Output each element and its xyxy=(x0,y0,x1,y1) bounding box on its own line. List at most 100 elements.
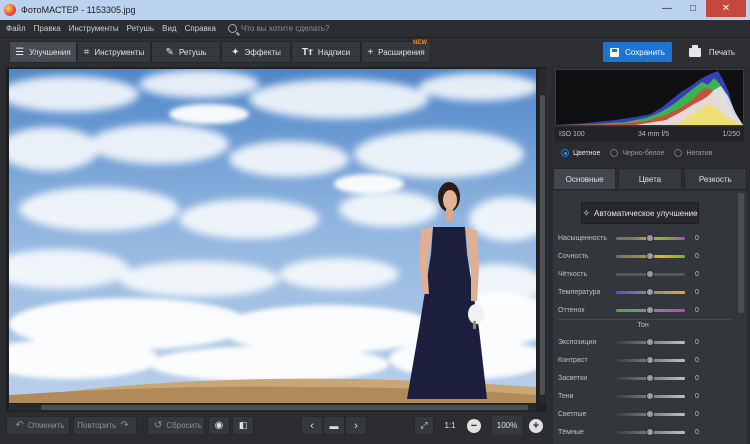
tab-effects[interactable]: ✦ Эффекты xyxy=(221,41,291,63)
undo-button[interactable]: ↶ Отменить xyxy=(6,416,70,435)
slider-temperature[interactable]: Температура 0 xyxy=(553,285,747,299)
tab-tools[interactable]: ⌗ Инструменты xyxy=(77,41,151,63)
scroll-thumb[interactable] xyxy=(738,193,744,313)
slider-contrast[interactable]: Контраст 0 xyxy=(553,353,747,367)
new-badge: NEW xyxy=(413,40,427,46)
slider-value: 0 xyxy=(695,410,699,418)
tab-enhancements[interactable]: ☰ Улучшения xyxy=(9,41,77,63)
compare-button[interactable]: ◧ xyxy=(232,416,254,435)
slider-value: 0 xyxy=(695,270,699,278)
redo-button[interactable]: Повторить ↷ xyxy=(73,416,137,435)
slider-knob[interactable] xyxy=(646,270,654,278)
mode-color[interactable]: Цветное xyxy=(561,149,600,157)
zoom-out-button[interactable]: − xyxy=(467,419,481,433)
tab-extensions[interactable]: + Расширения NEW xyxy=(361,40,431,63)
search-input[interactable] xyxy=(240,24,381,33)
horizontal-scrollbar[interactable] xyxy=(9,404,536,411)
reset-icon: ↺ xyxy=(154,420,163,431)
slider-knob[interactable] xyxy=(646,374,654,382)
plus-icon: + xyxy=(532,419,540,432)
zoom-in-button[interactable]: + xyxy=(529,419,543,433)
menu-view[interactable]: Вид xyxy=(162,24,176,33)
maximize-button[interactable]: □ xyxy=(680,0,706,17)
tab-retouch[interactable]: ✎ Ретушь xyxy=(151,41,221,63)
print-label: Печать xyxy=(708,47,736,57)
preview-button[interactable]: ◉ xyxy=(208,416,230,435)
redo-icon: ↷ xyxy=(120,420,129,431)
slider-knob[interactable] xyxy=(646,252,654,260)
compare-icon: ◧ xyxy=(238,420,248,430)
slider-tint[interactable]: Оттенок 0 xyxy=(553,303,747,317)
slider-label: Экспозиция xyxy=(558,338,597,346)
close-button[interactable]: ✕ xyxy=(706,0,746,17)
slider-knob[interactable] xyxy=(646,392,654,400)
save-button[interactable]: Сохранить xyxy=(603,42,672,62)
slider-clarity[interactable]: Чёткость 0 xyxy=(553,267,747,281)
tab-label: Ретушь xyxy=(178,47,207,57)
mode-label: Цветное xyxy=(573,149,601,157)
settings-panel: ✧ Автоматическое улучшение Насыщенность … xyxy=(553,191,747,444)
slider-blacks[interactable]: Тёмные 0 xyxy=(553,425,747,439)
slider-knob[interactable] xyxy=(646,356,654,364)
slider-highlights[interactable]: Засветки 0 xyxy=(553,371,747,385)
tab-label: Расширения xyxy=(378,47,425,57)
actual-size-button[interactable]: 1:1 xyxy=(438,416,462,435)
menu-tools[interactable]: Инструменты xyxy=(69,24,119,33)
slider-value: 0 xyxy=(695,374,699,382)
sparkle-icon: ✧ xyxy=(582,207,590,218)
settings-scrollbar[interactable] xyxy=(738,193,744,441)
slider-whites[interactable]: Светлые 0 xyxy=(553,407,747,421)
slider-label: Тени xyxy=(558,392,574,400)
tab-basic[interactable]: Основные xyxy=(553,168,617,190)
vertical-scrollbar[interactable] xyxy=(539,69,546,403)
slider-knob[interactable] xyxy=(646,410,654,418)
scroll-thumb[interactable] xyxy=(540,95,545,395)
slider-knob[interactable] xyxy=(646,428,654,436)
slider-knob[interactable] xyxy=(646,234,654,242)
next-photo-button[interactable]: › xyxy=(345,416,367,435)
open-folder-button[interactable]: ▬ xyxy=(323,416,345,435)
slider-vibrance[interactable]: Сочность 0 xyxy=(553,249,747,263)
minus-icon: − xyxy=(470,419,478,432)
scroll-thumb[interactable] xyxy=(41,405,528,410)
color-mode-selector: Цветное Черно-белое Негатив xyxy=(555,143,744,163)
tab-label: Эффекты xyxy=(244,47,281,57)
slider-label: Светлые xyxy=(558,410,587,418)
fit-to-screen-button[interactable]: ⤢ xyxy=(414,416,434,435)
reset-button[interactable]: ↺ Сбросить xyxy=(147,416,205,435)
menu-edit[interactable]: Правка xyxy=(34,24,61,33)
slider-label: Оттенок xyxy=(558,306,585,314)
auto-enhance-button[interactable]: ✧ Автоматическое улучшение xyxy=(581,202,699,224)
menu-help[interactable]: Справка xyxy=(185,24,216,33)
slider-shadows[interactable]: Тени 0 xyxy=(553,389,747,403)
slider-knob[interactable] xyxy=(646,306,654,314)
radio xyxy=(674,149,683,157)
tab-label: Инструменты xyxy=(94,47,145,57)
photo-image[interactable] xyxy=(9,69,536,403)
slider-saturation[interactable]: Насыщенность 0 xyxy=(553,231,747,245)
window-title: ФотоМАСТЕР - 1153305.jpg xyxy=(21,5,136,15)
menu-file[interactable]: Файл xyxy=(6,24,26,33)
mode-label: Негатив xyxy=(686,149,713,157)
app-logo-icon xyxy=(4,4,16,16)
section-tone-label: Тон xyxy=(637,322,649,329)
minimize-button[interactable]: — xyxy=(654,0,680,17)
tab-text[interactable]: Tт Надписи xyxy=(291,41,361,63)
print-button[interactable]: Печать xyxy=(678,42,746,62)
prev-photo-button[interactable]: ‹ xyxy=(301,416,323,435)
menu-retouch[interactable]: Ретушь xyxy=(127,24,155,33)
tab-colors[interactable]: Цвета xyxy=(618,168,682,190)
slider-knob[interactable] xyxy=(646,288,654,296)
slider-exposure[interactable]: Экспозиция 0 xyxy=(553,335,747,349)
chevron-left-icon: ‹ xyxy=(310,419,314,432)
mode-bw[interactable]: Черно-белое xyxy=(610,149,664,157)
exif-lens: 34 mm f/5 xyxy=(638,130,670,138)
slider-knob[interactable] xyxy=(646,338,654,346)
reset-label: Сбросить xyxy=(166,421,202,430)
text-icon: Tт xyxy=(301,46,313,58)
slider-value: 0 xyxy=(695,356,699,364)
mode-negative[interactable]: Негатив xyxy=(674,149,712,157)
slider-value: 0 xyxy=(695,338,699,346)
printer-icon xyxy=(688,44,701,57)
tab-sharpness[interactable]: Резкость xyxy=(683,168,747,190)
